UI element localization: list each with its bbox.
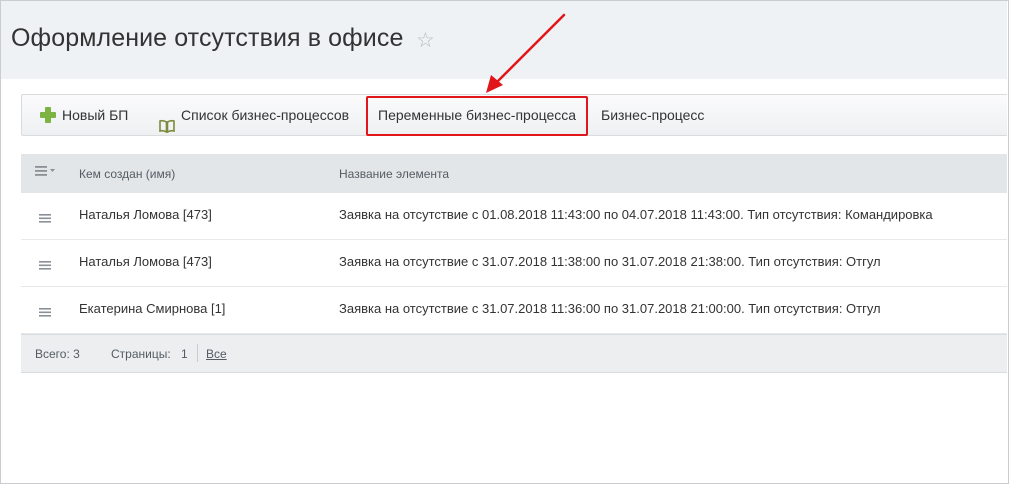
table-row[interactable]: Наталья Ломова [473] Заявка на отсутстви…	[21, 240, 1007, 287]
row-menu-icon[interactable]	[39, 258, 51, 273]
pages-label: Страницы:	[111, 347, 171, 361]
column-header-name[interactable]: Название элемента	[339, 167, 449, 181]
row-menu-icon[interactable]	[39, 211, 51, 226]
list-settings-icon[interactable]	[35, 166, 57, 181]
row-title: Заявка на отсутствие с 01.08.2018 11:43:…	[339, 207, 933, 222]
row-title: Заявка на отсутствие с 31.07.2018 11:36:…	[339, 301, 881, 316]
grid-header: Кем создан (имя) Название элемента	[21, 154, 1007, 193]
row-menu-icon[interactable]	[39, 305, 51, 320]
table-row[interactable]: Екатерина Смирнова [1] Заявка на отсутст…	[21, 287, 1007, 334]
row-title: Заявка на отсутствие с 31.07.2018 11:38:…	[339, 254, 881, 269]
table-row[interactable]: Наталья Ломова [473] Заявка на отсутстви…	[21, 193, 1007, 240]
divider	[197, 344, 198, 362]
row-author: Екатерина Смирнова [1]	[79, 301, 226, 316]
grid-footer: Всего: 3 Страницы: 1 Все	[21, 334, 1007, 373]
total-count: Всего: 3	[35, 347, 80, 361]
page-number[interactable]: 1	[181, 347, 188, 361]
show-all-link[interactable]: Все	[206, 347, 227, 361]
footer-divider	[21, 372, 1007, 373]
column-header-author[interactable]: Кем создан (имя)	[79, 167, 175, 181]
row-author: Наталья Ломова [473]	[79, 207, 212, 222]
row-author: Наталья Ломова [473]	[79, 254, 212, 269]
data-grid: Кем создан (имя) Название элемента Натал…	[21, 154, 1007, 373]
